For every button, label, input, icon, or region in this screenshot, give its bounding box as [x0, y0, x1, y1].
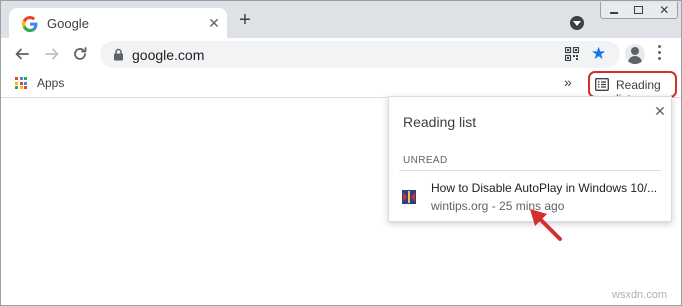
item-title: How to Disable AutoPlay in Windows 10/..…: [431, 181, 658, 195]
apps-shortcut[interactable]: Apps: [15, 76, 64, 90]
bookmarks-overflow-icon[interactable]: »: [564, 74, 572, 90]
tab-search-icon[interactable]: [570, 16, 584, 30]
panel-title: Reading list: [403, 114, 477, 130]
more-menu-icon[interactable]: [658, 45, 662, 63]
window-controls: ✕: [600, 2, 678, 19]
back-button[interactable]: [11, 43, 33, 65]
bookmarks-bar: Apps » Reading list: [1, 70, 681, 106]
window-close-button[interactable]: ✕: [652, 2, 677, 18]
maximize-icon: [634, 6, 644, 14]
reading-list-panel: Reading list ✕ UNREAD How to Disable Aut…: [388, 96, 672, 222]
bookmark-star-icon[interactable]: ★: [591, 44, 606, 64]
qr-code-icon[interactable]: [565, 47, 579, 61]
tab-google[interactable]: Google ✕: [9, 8, 227, 39]
new-tab-button[interactable]: +: [235, 10, 255, 31]
forward-button[interactable]: [41, 43, 63, 65]
unread-section-label: UNREAD: [403, 155, 448, 166]
arrow-left-icon: [15, 48, 29, 60]
panel-close-icon[interactable]: ✕: [653, 103, 667, 119]
tab-strip: Google ✕ + ✕: [1, 1, 681, 39]
address-bar[interactable]: google.com ★: [100, 41, 620, 68]
tab-title: Google: [47, 16, 89, 31]
minimize-icon: [609, 12, 618, 14]
arrow-right-icon: [45, 48, 59, 60]
avatar-head: [631, 47, 639, 55]
site-favicon-icon: [402, 190, 416, 204]
google-g-icon: [22, 16, 38, 32]
annotation-arrow-icon: [530, 209, 562, 241]
avatar-body: [628, 56, 642, 64]
lock-icon: [114, 48, 123, 61]
reload-button[interactable]: [69, 43, 91, 65]
apps-label: Apps: [37, 76, 65, 90]
profile-avatar-icon[interactable]: [625, 44, 645, 64]
tab-close-icon[interactable]: ✕: [205, 14, 223, 32]
reading-list-icon: [595, 78, 609, 91]
watermark: wsxdn.com: [612, 289, 668, 301]
window-close-icon: ✕: [659, 3, 670, 17]
reading-list-button[interactable]: Reading list: [588, 71, 677, 106]
apps-grid-icon: [15, 77, 27, 89]
minimize-button[interactable]: [601, 2, 626, 18]
url-text: google.com: [132, 47, 205, 63]
toolbar: google.com ★: [1, 38, 681, 70]
reload-icon: [74, 47, 87, 60]
section-divider: [399, 170, 661, 171]
maximize-button[interactable]: [626, 2, 651, 18]
